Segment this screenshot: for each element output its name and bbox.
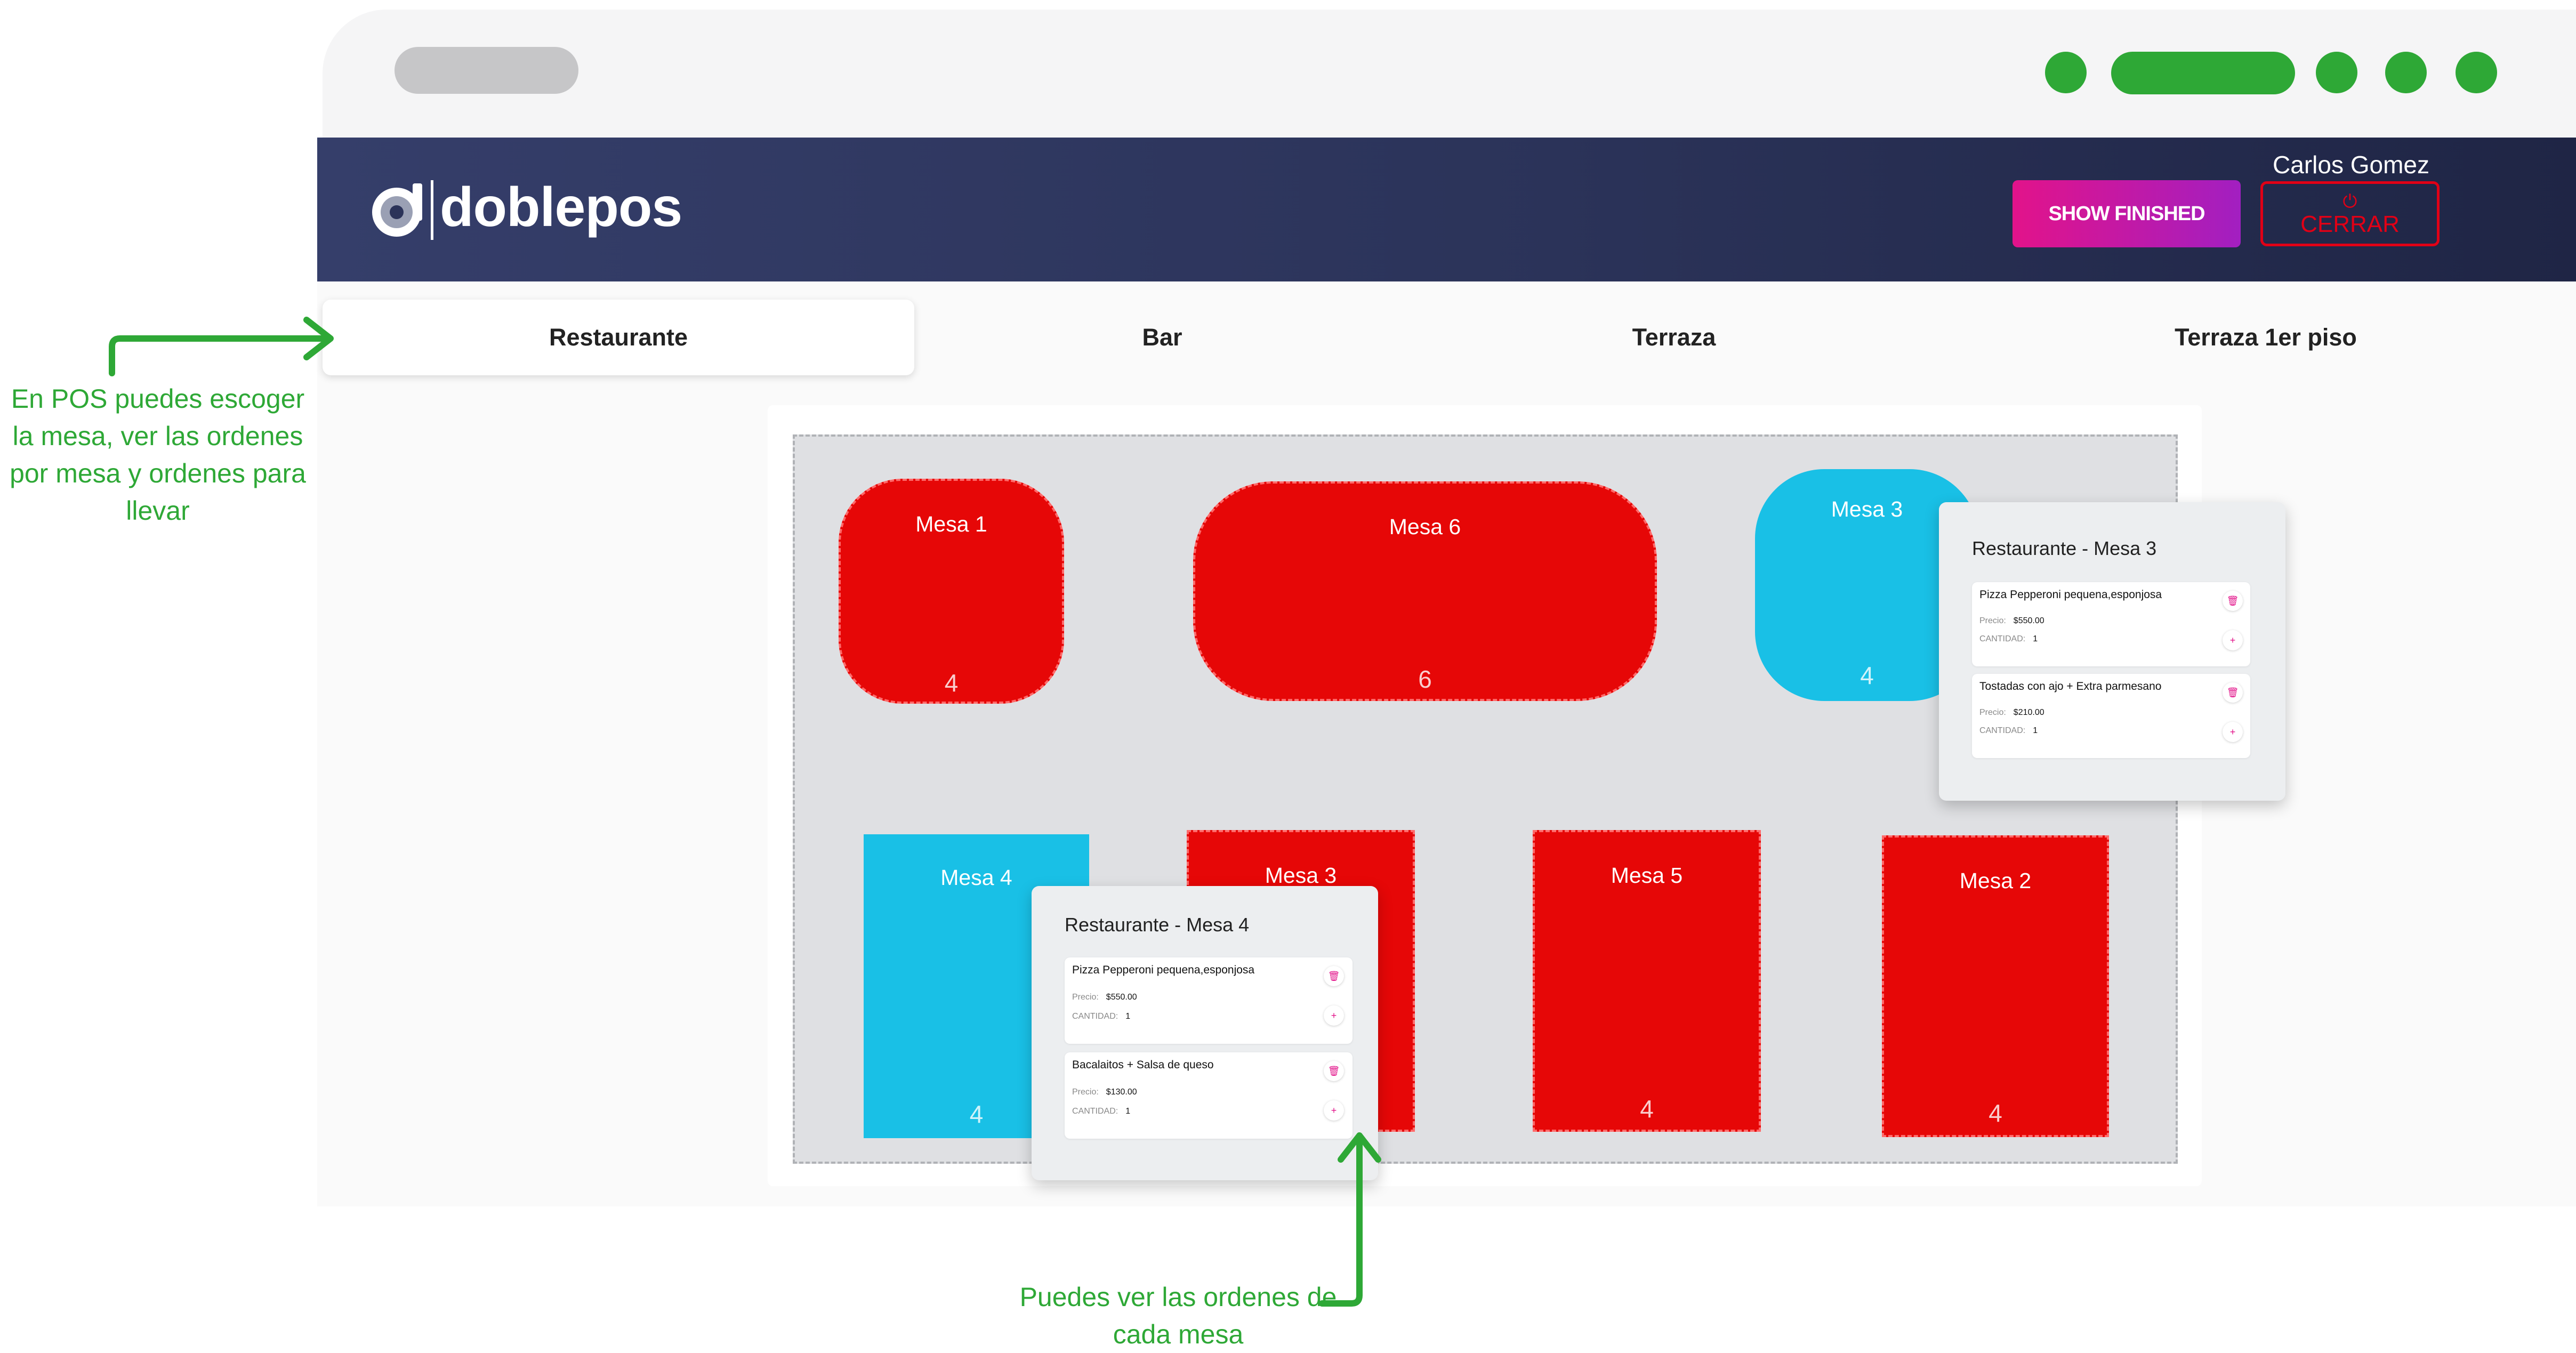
item-quantity: CANTIDAD: 1 <box>1979 726 2038 735</box>
address-bar-placeholder[interactable] <box>395 47 578 94</box>
popup-title: Restaurante - Mesa 4 <box>1065 914 1250 936</box>
delete-icon[interactable]: 🗑 <box>1324 966 1344 986</box>
table-mesa-1[interactable]: Mesa 1 4 <box>839 479 1064 704</box>
table-mesa-5[interactable]: Mesa 5 4 <box>1533 830 1761 1132</box>
user-name: Carlos Gomez <box>2273 151 2429 179</box>
tab-terraza[interactable]: Terraza <box>1429 300 1919 375</box>
window-control-dot[interactable] <box>2316 52 2357 93</box>
window-control-dot[interactable] <box>2456 52 2497 93</box>
doblepos-logo-icon <box>372 183 422 237</box>
logo-text: doblepos <box>440 176 682 238</box>
add-icon[interactable]: + <box>2223 722 2243 742</box>
table-name: Mesa 5 <box>1611 863 1683 888</box>
tab-bar[interactable]: Bar <box>922 300 1402 375</box>
table-seats: 4 <box>1640 1095 1654 1123</box>
logout-label: CERRAR <box>2300 211 2400 237</box>
table-mesa-6[interactable]: Mesa 6 6 <box>1193 481 1657 701</box>
order-item: Pizza Pepperoni pequena,esponjosa Precio… <box>1065 957 1353 1044</box>
power-icon: ⏻ <box>2342 191 2357 212</box>
table-name: Mesa 2 <box>1959 868 2032 893</box>
item-name: Bacalaitos + Salsa de queso <box>1072 1059 1214 1071</box>
item-name: Pizza Pepperoni pequena,esponjosa <box>1072 964 1255 976</box>
show-finished-button[interactable]: SHOW FINISHED <box>2012 180 2241 247</box>
delete-icon[interactable]: 🗑 <box>1324 1061 1344 1081</box>
item-quantity: CANTIDAD: 1 <box>1979 634 2038 643</box>
item-price: Precio: $550.00 <box>1979 616 2044 625</box>
order-item: Tostadas con ajo + Extra parmesano Preci… <box>1972 674 2250 758</box>
window-control-pill[interactable] <box>2111 52 2295 94</box>
table-seats: 6 <box>1418 665 1432 693</box>
item-name: Tostadas con ajo + Extra parmesano <box>1979 680 2162 692</box>
delete-icon[interactable]: 🗑 <box>2223 591 2243 611</box>
logout-button[interactable]: ⏻ CERRAR <box>2260 181 2440 246</box>
item-price: Precio: $210.00 <box>1979 708 2044 717</box>
delete-icon[interactable]: 🗑 <box>2223 682 2243 703</box>
item-quantity: CANTIDAD: 1 <box>1072 1107 1131 1116</box>
table-seats: 4 <box>944 669 959 697</box>
item-price: Precio: $130.00 <box>1072 1088 1137 1097</box>
table-mesa-2[interactable]: Mesa 2 4 <box>1882 835 2109 1137</box>
table-seats: 4 <box>1989 1099 2002 1127</box>
item-name: Pizza Pepperoni pequena,esponjosa <box>1979 589 2162 601</box>
tab-restaurante[interactable]: Restaurante <box>323 300 914 375</box>
table-name: Mesa 6 <box>1389 514 1461 539</box>
table-name: Mesa 1 <box>915 512 987 536</box>
table-name: Mesa 3 <box>1265 863 1337 888</box>
annotation-bottom: Puedes ver las ordenes de cada mesa <box>1019 1282 1337 1349</box>
popup-title: Restaurante - Mesa 3 <box>1972 537 2157 559</box>
order-item: Pizza Pepperoni pequena,esponjosa Precio… <box>1972 582 2250 666</box>
item-price: Precio: $550.00 <box>1072 993 1137 1002</box>
window-control-dot[interactable] <box>2045 52 2087 93</box>
item-quantity: CANTIDAD: 1 <box>1072 1012 1131 1021</box>
tab-terraza-1er-piso[interactable]: Terraza 1er piso <box>1973 300 2559 375</box>
window-control-dot[interactable] <box>2385 52 2427 93</box>
logo-divider <box>431 180 433 240</box>
add-icon[interactable]: + <box>1324 1005 1344 1026</box>
add-icon[interactable]: + <box>2223 630 2243 650</box>
order-item: Bacalaitos + Salsa de queso Precio: $130.… <box>1065 1052 1353 1139</box>
annotation-left: En POS puedes escoger la mesa, ver las o… <box>10 384 306 526</box>
order-popup-mesa-3: Restaurante - Mesa 3 Pizza Pepperoni peq… <box>1939 502 2285 801</box>
annotation-arrow-icon <box>109 317 334 376</box>
